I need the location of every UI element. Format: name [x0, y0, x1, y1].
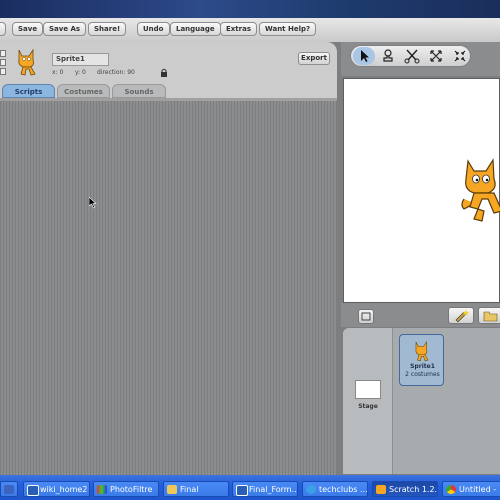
chevron-icon — [4, 485, 14, 494]
sprite-y-readout: y: 0 — [75, 69, 86, 76]
stage-thumbnail[interactable] — [355, 380, 381, 399]
taskbar-item-chevron[interactable] — [0, 481, 18, 497]
lock-icon[interactable] — [160, 68, 168, 77]
paintbrush-star-icon — [455, 310, 469, 323]
taskbar-item-untitled[interactable]: Untitled - — [442, 481, 500, 497]
stage-canvas[interactable] — [343, 78, 500, 303]
choose-sprite-from-file-button[interactable] — [478, 307, 500, 324]
taskbar-item-label: Final_Form... — [249, 485, 298, 494]
taskbar-item-scratch[interactable]: Scratch 1.2... — [372, 481, 438, 497]
taskbar-item-label: techclubs ... — [319, 485, 368, 494]
document-icon — [27, 485, 39, 496]
rotate-style-full-icon[interactable] — [0, 50, 6, 57]
sprite-tile-cat-icon — [415, 341, 429, 362]
taskbar-item-wiki-home2[interactable]: wiki_home2 — [23, 481, 90, 497]
tab-scripts[interactable]: Scripts — [2, 84, 55, 98]
save-as-button[interactable]: Save As — [43, 22, 87, 36]
photofiltre-icon — [97, 485, 107, 494]
tab-sounds[interactable]: Sounds — [112, 84, 166, 98]
grow-icon[interactable] — [425, 47, 447, 65]
folder-star-icon — [483, 311, 498, 322]
sprite-direction-readout: direction: 90 — [97, 69, 135, 76]
shrink-icon[interactable] — [449, 47, 471, 65]
sprite-name-field[interactable]: Sprite1 — [52, 53, 109, 66]
taskbar-item-label: Scratch 1.2... — [389, 485, 438, 494]
scratch-icon — [376, 485, 386, 494]
taskbar-item-final[interactable]: Final — [163, 481, 229, 497]
extras-button[interactable]: Extras — [220, 22, 257, 36]
scratch-cat-sprite[interactable] — [460, 157, 500, 225]
save-button[interactable]: Save — [12, 22, 44, 36]
taskbar-item-label: Final — [180, 485, 199, 494]
taskbar-item-techclubs[interactable]: techclubs ... — [302, 481, 368, 497]
browser-icon — [306, 485, 316, 494]
language-button[interactable]: Language — [170, 22, 221, 36]
export-button[interactable]: Export — [298, 52, 330, 65]
tab-costumes[interactable]: Costumes — [57, 84, 110, 98]
presentation-mode-button[interactable] — [358, 309, 374, 324]
sprite-controls-bar — [341, 303, 500, 327]
rotate-style-none-icon[interactable] — [0, 68, 6, 75]
chrome-icon — [446, 485, 456, 494]
presentation-mode-icon — [361, 312, 371, 321]
sprite-tile-costumes: 2 costumes — [405, 371, 440, 378]
arrow-cursor-icon[interactable] — [353, 47, 375, 65]
menu-bar: Save Save As Share! Undo Language Extras… — [0, 18, 500, 42]
stage-tool-group — [350, 45, 471, 67]
want-help-button[interactable]: Want Help? — [259, 22, 317, 36]
sprite-thumbnail-cat-icon — [18, 48, 36, 76]
document-icon — [236, 485, 248, 496]
mouse-cursor-icon — [89, 197, 97, 209]
share-button[interactable]: Share! — [88, 22, 127, 36]
taskbar-item-photofiltre[interactable]: PhotoFiltre — [93, 481, 159, 497]
paint-new-sprite-button[interactable] — [448, 307, 474, 324]
stage-toolbar — [341, 42, 500, 76]
windows-taskbar: wiki_home2 PhotoFiltre Final Final_Form.… — [0, 475, 500, 500]
scripts-area[interactable] — [0, 98, 337, 475]
sprite-x-readout: x: 0 — [52, 69, 64, 76]
taskbar-item-label: Untitled - — [459, 485, 497, 494]
sprite-tile-sprite1[interactable]: Sprite1 2 costumes — [399, 334, 444, 386]
sprite-tile-name: Sprite1 — [410, 363, 435, 370]
scissors-icon[interactable] — [401, 47, 423, 65]
stamp-icon[interactable] — [377, 47, 399, 65]
new-button-partial[interactable] — [0, 22, 6, 36]
taskbar-item-final-form[interactable]: Final_Form... — [232, 481, 298, 497]
taskbar-item-label: PhotoFiltre — [110, 485, 153, 494]
taskbar-item-label: wiki_home2 — [40, 485, 88, 494]
folder-icon — [167, 485, 177, 494]
stage-thumbnail-column[interactable]: Stage — [343, 328, 393, 474]
rotate-style-flip-icon[interactable] — [0, 59, 6, 66]
window-title-strip — [0, 0, 500, 18]
stage-label: Stage — [358, 403, 378, 410]
undo-button[interactable]: Undo — [137, 22, 170, 36]
